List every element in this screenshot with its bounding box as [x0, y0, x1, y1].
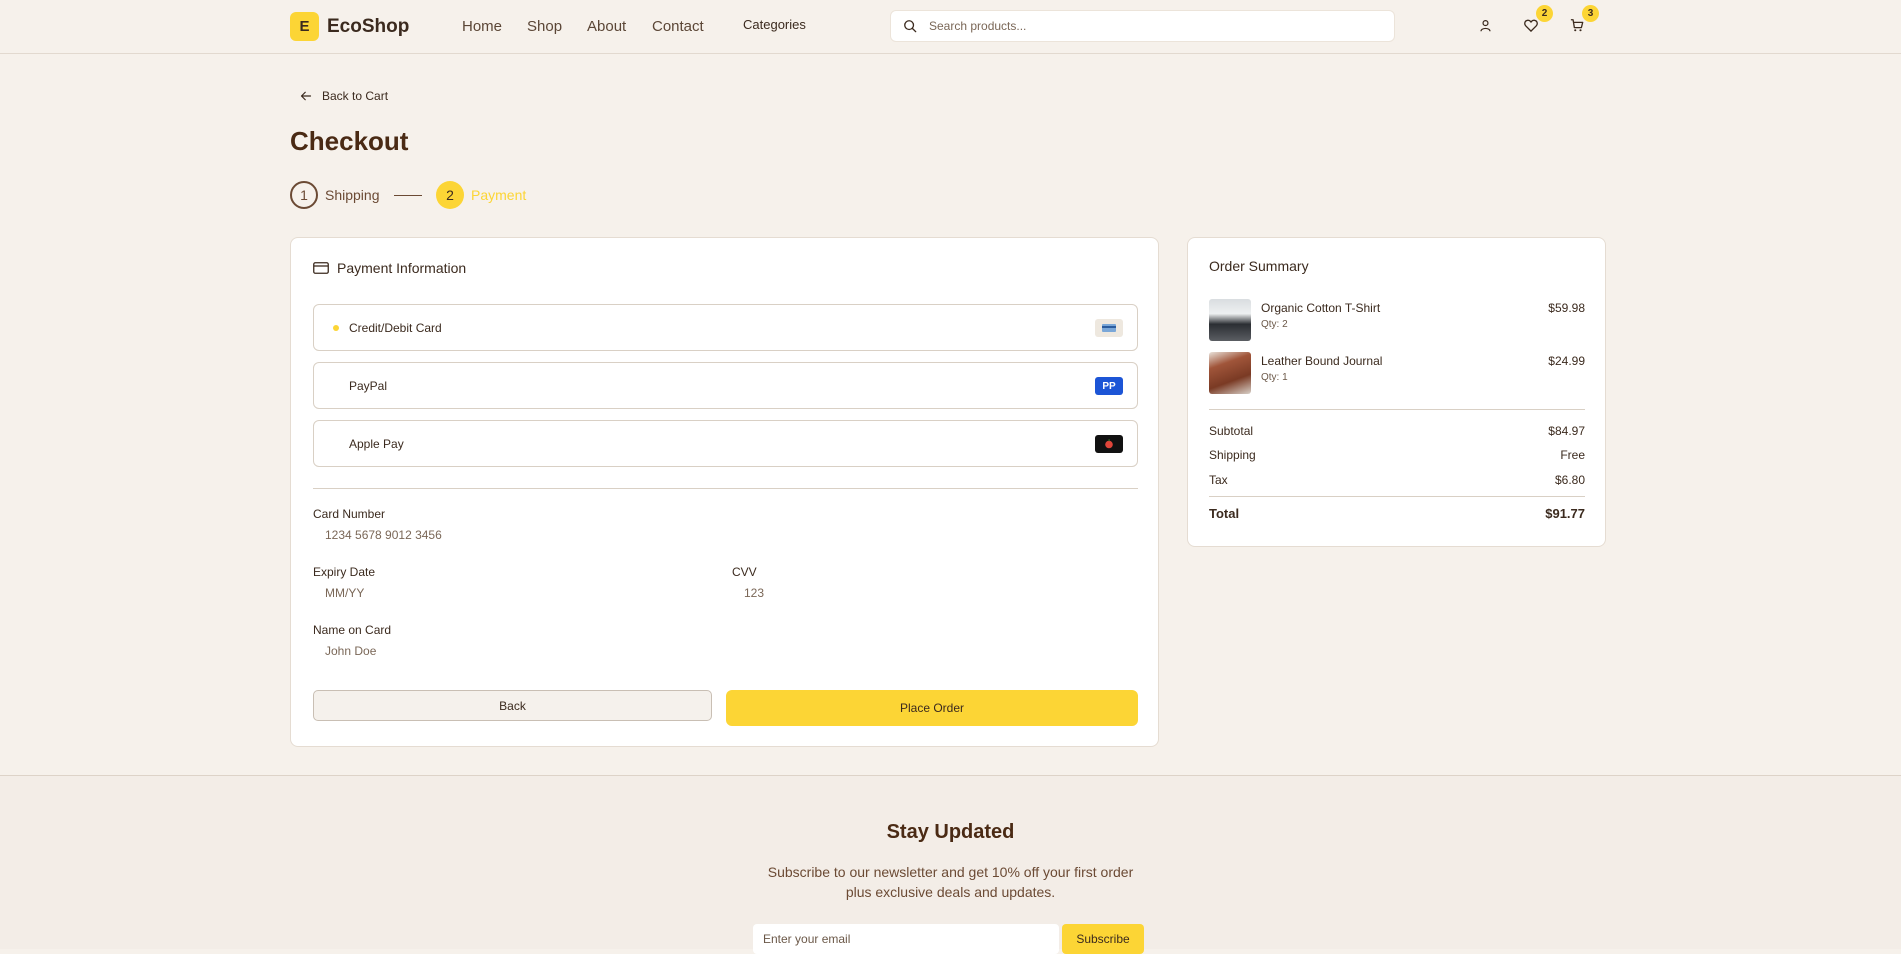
account-button[interactable] — [1476, 16, 1494, 34]
payment-heading: Payment Information — [313, 260, 466, 276]
step-connector — [394, 195, 422, 196]
subtotal-value: $84.97 — [1548, 424, 1585, 438]
expiry-date-label: Expiry Date — [313, 565, 376, 579]
search-bar — [890, 10, 1395, 42]
order-summary-card: Order Summary Organic Cotton T-Shirt Qty… — [1187, 237, 1606, 547]
newsletter-email-input[interactable] — [753, 924, 1059, 954]
summary-divider — [1209, 409, 1585, 410]
name-on-card-label: Name on Card — [313, 623, 392, 637]
payment-option-card-label: Credit/Debit Card — [349, 321, 442, 335]
payment-option-paypal-label: PayPal — [349, 379, 388, 393]
nav-categories[interactable]: Categories — [743, 17, 806, 32]
step-payment-label: Payment — [471, 187, 527, 203]
nav-shop[interactable]: Shop — [527, 18, 562, 35]
payment-option-apple-pay[interactable]: Apple Pay — [313, 420, 1138, 467]
newsletter-section: Stay Updated Subscribe to our newsletter… — [0, 775, 1901, 954]
payment-option-paypal[interactable]: PayPal PP — [313, 362, 1138, 409]
payment-information-card: Payment Information Credit/Debit Card Pa… — [290, 237, 1159, 747]
newsletter-title: Stay Updated — [886, 821, 1015, 843]
total-row: Total $91.77 — [1209, 506, 1585, 521]
site-header: E EcoShop Home Shop About Contact Catego… — [0, 0, 1901, 54]
brand-name: EcoShop — [327, 15, 410, 37]
nav-home[interactable]: Home — [462, 18, 502, 35]
cart-count-badge: 3 — [1582, 5, 1599, 22]
credit-card-icon — [1095, 319, 1123, 337]
payment-option-card[interactable]: Credit/Debit Card — [313, 304, 1138, 351]
newsletter-line-2: plus exclusive deals and updates. — [845, 884, 1056, 900]
logo-mark: E — [290, 12, 319, 41]
total-label: Total — [1209, 506, 1240, 521]
item-quantity: Qty: 1 — [1261, 372, 1288, 383]
product-thumbnail — [1209, 299, 1251, 341]
nav-about[interactable]: About — [587, 18, 626, 35]
place-order-button[interactable]: Place Order — [726, 690, 1138, 726]
item-price: $24.99 — [1548, 354, 1585, 368]
newsletter-description: Subscribe to our newsletter and get 10% … — [0, 862, 1901, 902]
summary-item: Organic Cotton T-Shirt Qty: 2 $59.98 — [1209, 299, 1585, 343]
back-button[interactable]: Back — [313, 690, 712, 721]
paypal-icon: PP — [1095, 377, 1123, 395]
subtotal-label: Subtotal — [1209, 424, 1254, 438]
item-quantity: Qty: 2 — [1261, 319, 1288, 330]
newsletter-line-1: Subscribe to our newsletter and get 10% … — [767, 864, 1134, 880]
search-input[interactable] — [927, 18, 1394, 34]
item-name: Leather Bound Journal — [1261, 354, 1383, 368]
back-to-cart-label: Back to Cart — [322, 89, 389, 103]
card-number-input[interactable] — [313, 524, 713, 546]
expiry-date-input[interactable] — [313, 582, 713, 604]
tax-row: Tax $6.80 — [1209, 473, 1585, 487]
wishlist-count-badge: 2 — [1536, 5, 1553, 22]
name-on-card-input[interactable] — [313, 640, 713, 662]
section-divider — [313, 488, 1138, 489]
shipping-value: Free — [1560, 448, 1585, 462]
tax-value: $6.80 — [1554, 473, 1585, 487]
item-price: $59.98 — [1548, 301, 1585, 315]
tax-label: Tax — [1209, 473, 1228, 487]
shipping-label: Shipping — [1209, 448, 1256, 462]
step-shipping-number: 1 — [290, 181, 318, 209]
selected-radio-indicator — [333, 325, 339, 331]
subscribe-button[interactable]: Subscribe — [1062, 924, 1144, 954]
item-name: Organic Cotton T-Shirt — [1261, 301, 1381, 315]
credit-card-icon — [313, 262, 329, 274]
page-title: Checkout — [290, 126, 409, 156]
product-thumbnail — [1209, 352, 1251, 394]
arrow-left-icon — [300, 91, 312, 101]
nav-contact[interactable]: Contact — [652, 18, 704, 35]
back-to-cart-link[interactable]: Back to Cart — [300, 89, 388, 103]
summary-divider — [1209, 496, 1585, 497]
shopping-cart-icon — [1570, 19, 1584, 32]
card-number-label: Card Number — [313, 507, 386, 521]
step-payment-number: 2 — [436, 181, 464, 209]
heart-icon — [1524, 19, 1538, 32]
user-icon — [1479, 19, 1491, 31]
search-icon — [904, 20, 917, 33]
logo[interactable]: E EcoShop — [290, 12, 409, 41]
cvv-input[interactable] — [732, 582, 1132, 604]
cvv-label: CVV — [732, 565, 757, 579]
summary-item: Leather Bound Journal Qty: 1 $24.99 — [1209, 352, 1585, 396]
apple-pay-icon — [1095, 435, 1123, 453]
total-value: $91.77 — [1545, 506, 1585, 521]
payment-heading-text: Payment Information — [337, 260, 467, 276]
step-shipping-label: Shipping — [325, 187, 380, 203]
order-summary-title: Order Summary — [1209, 258, 1309, 274]
payment-option-apple-pay-label: Apple Pay — [349, 437, 404, 451]
shipping-row: Shipping Free — [1209, 448, 1585, 462]
subtotal-row: Subtotal $84.97 — [1209, 424, 1585, 438]
